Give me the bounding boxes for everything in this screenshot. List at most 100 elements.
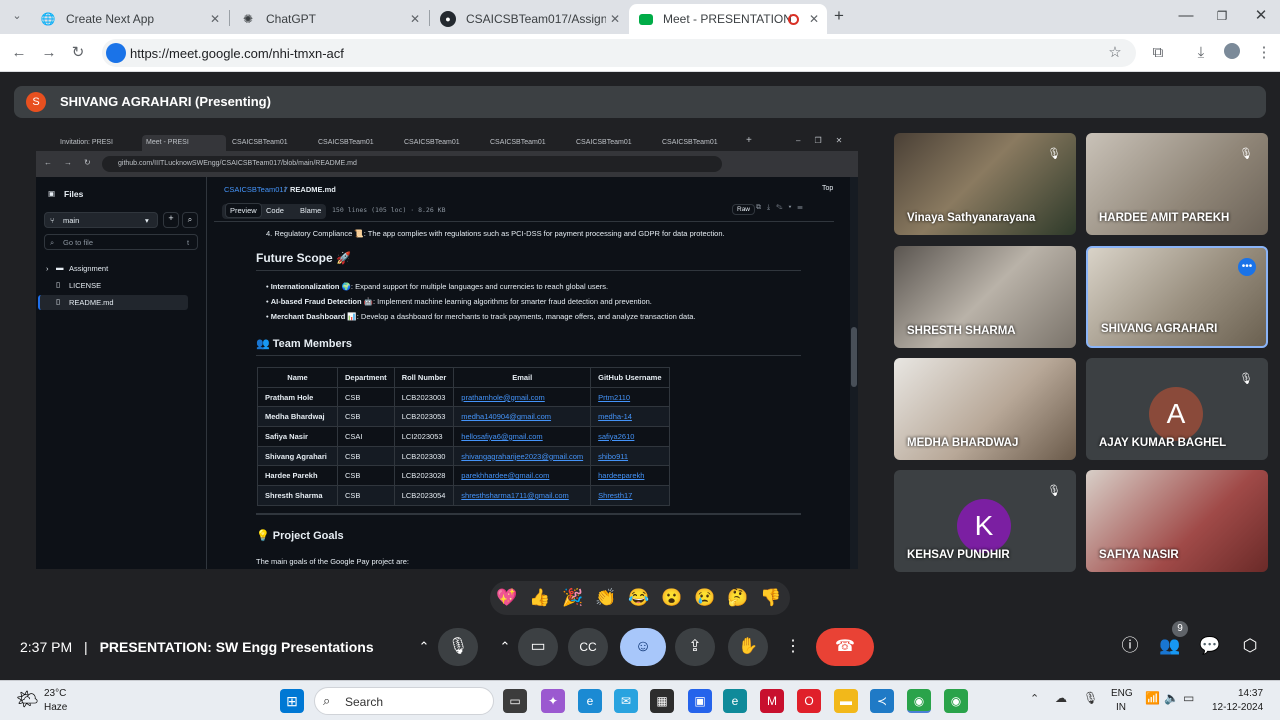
clock-date[interactable]: 12-12-2024 bbox=[1212, 702, 1263, 713]
participant-tile[interactable]: 🎙 HARDEE AMIT PAREKH bbox=[1086, 133, 1268, 235]
reaction-laugh[interactable]: 😂 bbox=[628, 588, 650, 608]
mcafee-icon[interactable]: M bbox=[760, 689, 784, 713]
shared-screen[interactable]: Invitation: PRESI Meet - PRESI CSAICSBTe… bbox=[36, 133, 858, 569]
tab-title: ChatGPT bbox=[266, 12, 317, 26]
browser-tab-4[interactable]: Meet - PRESENTATION: SW ✕ bbox=[629, 4, 827, 34]
participant-tile[interactable]: 🎙 A AJAY KUMAR BAGHEL bbox=[1086, 358, 1268, 460]
table-cell[interactable]: shresthsharma1711@gmail.com bbox=[453, 485, 592, 506]
table-cell[interactable]: medha140904@gmail.com bbox=[453, 406, 592, 428]
participant-tile-active[interactable]: ••• SHIVANG AGRAHARI bbox=[1086, 246, 1268, 348]
participant-tile[interactable]: 🎙 Vinaya Sathyanarayana bbox=[894, 133, 1076, 235]
language-1[interactable]: ENG bbox=[1111, 688, 1133, 699]
reaction-thumbs-up[interactable]: 👍 bbox=[529, 588, 551, 608]
edge-browser-icon[interactable]: e bbox=[723, 689, 747, 713]
downloads-icon[interactable]: ⤓ bbox=[1191, 43, 1211, 63]
clock-time[interactable]: 14:37 bbox=[1238, 688, 1263, 699]
reaction-surprised[interactable]: 😮 bbox=[661, 588, 683, 608]
audio-options-icon[interactable]: ⌃ bbox=[413, 631, 435, 663]
profile-avatar[interactable] bbox=[1222, 43, 1242, 63]
branch-icon: ⑂ bbox=[50, 216, 55, 225]
reaction-thumbs-down[interactable]: 👎 bbox=[760, 588, 782, 608]
close-window-icon[interactable]: ✕ bbox=[1251, 6, 1271, 26]
tab-search-icon[interactable]: ⌄ bbox=[7, 6, 27, 26]
task-view-icon[interactable]: ▭ bbox=[503, 689, 527, 713]
table-cell[interactable]: Shresth17 bbox=[590, 485, 670, 506]
scrollbar-thumb[interactable] bbox=[851, 327, 857, 387]
meeting-details-icon[interactable]: ⓘ bbox=[1117, 633, 1143, 659]
table-cell[interactable]: prathamhole@gmail.com bbox=[453, 386, 592, 408]
extensions-icon[interactable]: ⧉ bbox=[1148, 43, 1168, 63]
start-button[interactable]: ⊞ bbox=[280, 689, 304, 713]
wifi-icon[interactable]: 📶 bbox=[1145, 691, 1160, 705]
table-cell[interactable]: hardeeparekh bbox=[590, 465, 670, 487]
maximize-icon[interactable]: ❐ bbox=[1212, 6, 1232, 26]
chrome-profile-icon[interactable]: ◉ bbox=[944, 689, 968, 713]
edge-icon[interactable]: e bbox=[578, 689, 602, 713]
reaction-heart[interactable]: 💖 bbox=[496, 588, 518, 608]
onedrive-icon[interactable]: ☁ bbox=[1055, 691, 1067, 705]
captions-button[interactable]: CC bbox=[568, 628, 608, 666]
present-button[interactable]: ⇪ bbox=[675, 628, 715, 666]
chrome-icon[interactable]: ◉ bbox=[907, 689, 931, 713]
address-bar[interactable]: https://meet.google.com/nhi-tmxn-acf bbox=[102, 39, 1136, 67]
volume-icon[interactable]: 🔈 bbox=[1164, 691, 1179, 705]
new-tab-icon[interactable]: + bbox=[829, 6, 849, 26]
battery-icon[interactable]: ▭ bbox=[1183, 691, 1194, 705]
store-icon[interactable]: ▣ bbox=[688, 689, 712, 713]
table-cell: LCB2023028 bbox=[393, 465, 455, 487]
table-cell: Shivang Agrahari bbox=[257, 445, 338, 467]
video-options-icon[interactable]: ⌃ bbox=[494, 631, 516, 663]
more-options-icon[interactable]: ••• bbox=[1238, 258, 1256, 276]
file-explorer-icon[interactable]: ▬ bbox=[834, 689, 858, 713]
mic-button[interactable]: 🎙 bbox=[438, 628, 478, 666]
reactions-button[interactable]: ☺ bbox=[620, 628, 666, 666]
bookmark-star-icon[interactable]: ☆ bbox=[1105, 43, 1125, 63]
back-icon[interactable]: ← bbox=[9, 43, 29, 63]
leave-call-button[interactable]: ☎ bbox=[816, 628, 874, 666]
close-tab-icon[interactable]: ✕ bbox=[210, 12, 220, 26]
browser-menu-icon[interactable]: ⋮ bbox=[1254, 43, 1274, 63]
github-icon: ● bbox=[440, 11, 456, 27]
table-cell[interactable]: shibo911 bbox=[590, 445, 670, 467]
browser-tab-1[interactable]: 🌐 Create Next App ✕ bbox=[30, 4, 228, 34]
reload-icon[interactable]: ↻ bbox=[68, 43, 88, 63]
participant-tile[interactable]: 🎙 K KEHSAV PUNDHIR bbox=[894, 470, 1076, 572]
table-cell[interactable]: hellosafiya6@gmail.com bbox=[453, 426, 592, 447]
camera-button[interactable]: ▭ bbox=[518, 628, 558, 666]
vscode-icon[interactable]: ≺ bbox=[870, 689, 894, 713]
participant-tile[interactable]: MEDHA BHARDWAJ bbox=[894, 358, 1076, 460]
table-cell[interactable]: safiya2610 bbox=[590, 426, 670, 447]
close-tab-icon[interactable]: ✕ bbox=[809, 12, 819, 26]
tray-chevron-icon[interactable]: ⌃ bbox=[1030, 692, 1039, 705]
table-cell[interactable]: medha-14 bbox=[590, 406, 670, 428]
reaction-clap[interactable]: 👏 bbox=[595, 588, 617, 608]
browser-tab-3[interactable]: ● CSAICSBTeam017/Assignment/ ✕ bbox=[430, 4, 628, 34]
mail-icon[interactable]: ✉ bbox=[614, 689, 638, 713]
activities-icon[interactable]: ⬡ bbox=[1237, 633, 1263, 659]
table-cell[interactable]: Prtm2110 bbox=[590, 386, 670, 408]
close-tab-icon[interactable]: ✕ bbox=[410, 12, 420, 26]
more-options-icon[interactable]: ⋮ bbox=[782, 631, 804, 663]
microphone-tray-icon[interactable]: 🎙 bbox=[1083, 691, 1098, 705]
windows-taskbar: 🌤 23°C Haze ⊞ ⌕ Search ▭ ✦ e ✉ ▦ ▣ e M O… bbox=[0, 680, 1280, 720]
copilot-icon[interactable]: ✦ bbox=[541, 689, 565, 713]
app-icon[interactable]: ▦ bbox=[650, 689, 674, 713]
opera-icon[interactable]: O bbox=[797, 689, 821, 713]
raise-hand-button[interactable]: ✋ bbox=[728, 628, 768, 666]
minimize-icon[interactable]: — bbox=[1176, 6, 1196, 26]
table-cell[interactable]: shivangagraharijee2023@gmail.com bbox=[453, 445, 592, 467]
close-tab-icon[interactable]: ✕ bbox=[610, 12, 620, 26]
reaction-party[interactable]: 🎉 bbox=[562, 588, 584, 608]
participant-tile[interactable]: SAFIYA NASIR bbox=[1086, 470, 1268, 572]
browser-tab-2[interactable]: ✺ ChatGPT ✕ bbox=[230, 4, 428, 34]
chat-icon[interactable]: 💬 bbox=[1197, 633, 1223, 659]
reaction-thinking[interactable]: 🤔 bbox=[727, 588, 749, 608]
team-table: Name Department Roll Number Email GitHub… bbox=[257, 367, 670, 506]
participant-tile[interactable]: SHRESTH SHARMA bbox=[894, 246, 1076, 348]
reaction-sad[interactable]: 😢 bbox=[694, 588, 716, 608]
table-cell[interactable]: parekhhardee@gmail.com bbox=[453, 465, 592, 487]
forward-icon[interactable]: → bbox=[39, 43, 59, 63]
taskbar-search[interactable]: ⌕ Search bbox=[314, 687, 494, 715]
language-2[interactable]: IN bbox=[1116, 702, 1126, 713]
future-item-text: : Develop a dashboard for merchants to t… bbox=[356, 312, 696, 321]
